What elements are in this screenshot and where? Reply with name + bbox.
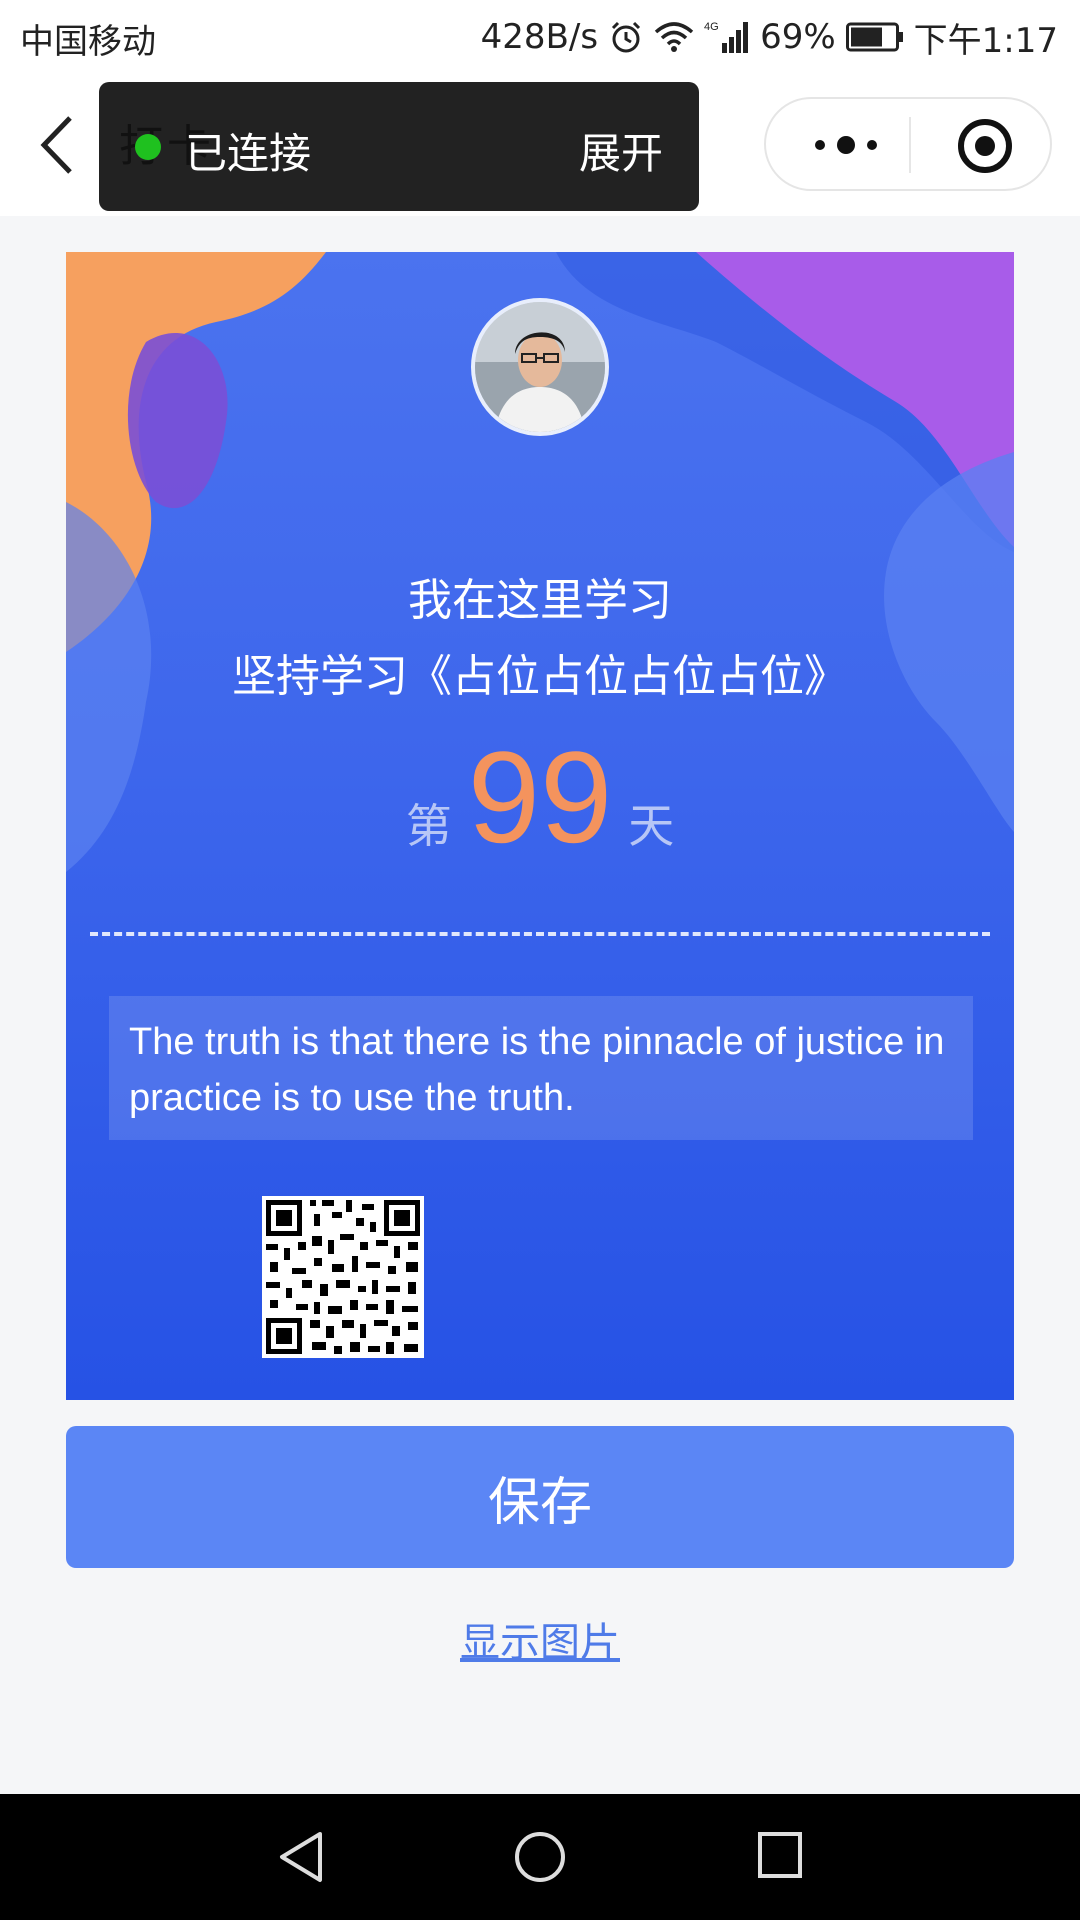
- network-type: 4G: [704, 21, 719, 33]
- nav-back-icon[interactable]: [276, 1830, 326, 1884]
- dashed-divider: [90, 932, 990, 936]
- more-options-icon[interactable]: [806, 127, 886, 163]
- system-nav-bar: [0, 1794, 1080, 1920]
- wifi-icon: [654, 22, 694, 52]
- network-speed: 428B/s: [480, 17, 599, 57]
- poster-line1: 我在这里学习: [408, 575, 672, 626]
- carrier-name: 中国移动: [20, 22, 156, 62]
- day-count: 99: [467, 724, 613, 870]
- quote-box: The truth is that there is the pinnacle …: [109, 996, 973, 1140]
- alarm-icon: [612, 21, 641, 53]
- capsule-divider: [909, 117, 911, 173]
- expand-button[interactable]: 展开: [579, 120, 663, 181]
- poster-line2: 坚持学习《占位占位占位占位》: [232, 651, 848, 702]
- back-arrow-icon[interactable]: [30, 110, 90, 180]
- avatar-photo-icon: [475, 302, 605, 432]
- share-poster: 我在这里学习 坚持学习《占位占位占位占位》 第 99 天 The truth i…: [66, 252, 1014, 1400]
- clock: 下午1:17: [913, 20, 1058, 61]
- save-button[interactable]: 保存: [66, 1426, 1014, 1568]
- connected-dot-icon: [135, 134, 161, 160]
- quote-text: The truth is that there is the pinnacle …: [129, 1021, 945, 1119]
- close-miniprogram-icon[interactable]: [956, 117, 1014, 175]
- status-bar: 中国移动 428B/s 4G 69% 下午1:17: [0, 0, 1080, 74]
- connection-toast[interactable]: 打卡 已连接 展开: [99, 82, 699, 211]
- nav-recents-icon[interactable]: [756, 1830, 804, 1880]
- battery-icon: [845, 22, 903, 52]
- connection-status: 已连接: [185, 129, 312, 178]
- day-suffix: 天: [628, 799, 675, 853]
- signal-icon: 4G: [704, 21, 749, 53]
- qr-code-icon: [262, 1196, 424, 1358]
- miniprogram-capsule: [764, 97, 1052, 191]
- show-image-link[interactable]: 显示图片: [0, 1610, 1080, 1668]
- battery-percent: 69%: [760, 17, 836, 57]
- nav-home-icon[interactable]: [513, 1830, 567, 1884]
- user-avatar: [471, 298, 609, 436]
- day-counter: 第 99 天: [66, 732, 1014, 862]
- status-icons: 428B/s 4G 69% 下午1:17: [481, 12, 1058, 62]
- day-prefix: 第: [405, 799, 452, 853]
